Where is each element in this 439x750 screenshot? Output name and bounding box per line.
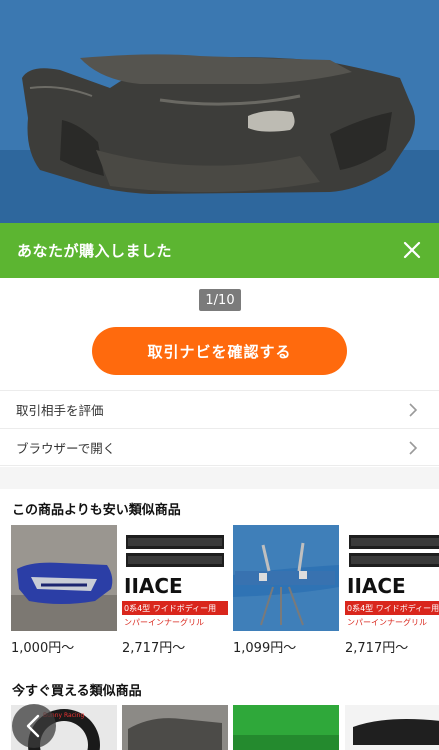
list-item[interactable]: 1,000円〜 — [11, 525, 117, 657]
product-price: 2,717円〜 — [345, 641, 409, 656]
chevron-left-icon — [26, 714, 40, 738]
back-button[interactable] — [12, 704, 56, 748]
evaluate-partner-label: 取引相手を評価 — [16, 403, 104, 418]
product-thumbnail: IIACE 0系4型 ワイドボディー用 ンパーインナーグリル — [122, 525, 228, 631]
buy-now-similar-list: Bunny Racing — [0, 705, 439, 750]
product-photo[interactable] — [0, 0, 439, 223]
close-icon[interactable] — [397, 235, 427, 265]
thumb-sub-text: 0系4型 ワイドボディー用 — [124, 603, 216, 613]
buy-now-similar-title: 今すぐ買える類似商品 — [12, 684, 142, 699]
open-in-browser-label: ブラウザーで開く — [16, 440, 116, 456]
thumb-sub-text: 0系4型 ワイドボディー用 — [347, 603, 439, 613]
list-item[interactable] — [345, 705, 439, 750]
thumb-brand-text: IIACE — [347, 574, 406, 598]
chevron-right-icon — [407, 403, 419, 417]
thumb-sub2-text: ンパーインナーグリル — [124, 617, 204, 627]
transaction-navi-button[interactable]: 取引ナビを確認する — [92, 327, 347, 375]
thumb-sub2-text: ンパーインナーグリル — [347, 617, 427, 627]
chevron-right-icon — [407, 441, 419, 455]
open-in-browser-row[interactable]: ブラウザーで開く — [0, 428, 439, 466]
product-price: 1,099円〜 — [233, 641, 297, 656]
list-item[interactable] — [233, 705, 339, 750]
product-thumbnail: IIACE 0系4型 ワイドボディー用 ンパーインナーグリル — [345, 525, 439, 631]
product-thumbnail — [11, 525, 117, 631]
cheaper-similar-list: 1,000円〜 IIACE 0系4型 ワイドボディー用 ンパーインナーグリル 2… — [0, 525, 439, 657]
list-item[interactable]: 1,099円〜 — [233, 525, 339, 657]
product-price: 1,000円〜 — [11, 641, 75, 656]
image-counter: 1/10 — [199, 289, 241, 311]
cheaper-similar-title: この商品よりも安い類似商品 — [12, 503, 181, 518]
banner-title: あなたが購入しました — [17, 242, 173, 260]
list-item[interactable]: IIACE 0系4型 ワイドボディー用 ンパーインナーグリル 2,717円〜 — [122, 525, 228, 657]
product-thumbnail — [233, 525, 339, 631]
evaluate-partner-row[interactable]: 取引相手を評価 — [0, 390, 439, 428]
thumb-brand-text: IIACE — [124, 574, 183, 598]
bumper-photo-illustration — [0, 0, 439, 223]
list-item[interactable] — [122, 705, 228, 750]
product-price: 2,717円〜 — [122, 641, 186, 656]
list-item[interactable]: IIACE 0系4型 ワイドボディー用 ンパーインナーグリル 2,717円〜 — [345, 525, 439, 657]
section-divider — [0, 467, 439, 489]
purchase-status-banner: あなたが購入しました — [0, 223, 439, 278]
